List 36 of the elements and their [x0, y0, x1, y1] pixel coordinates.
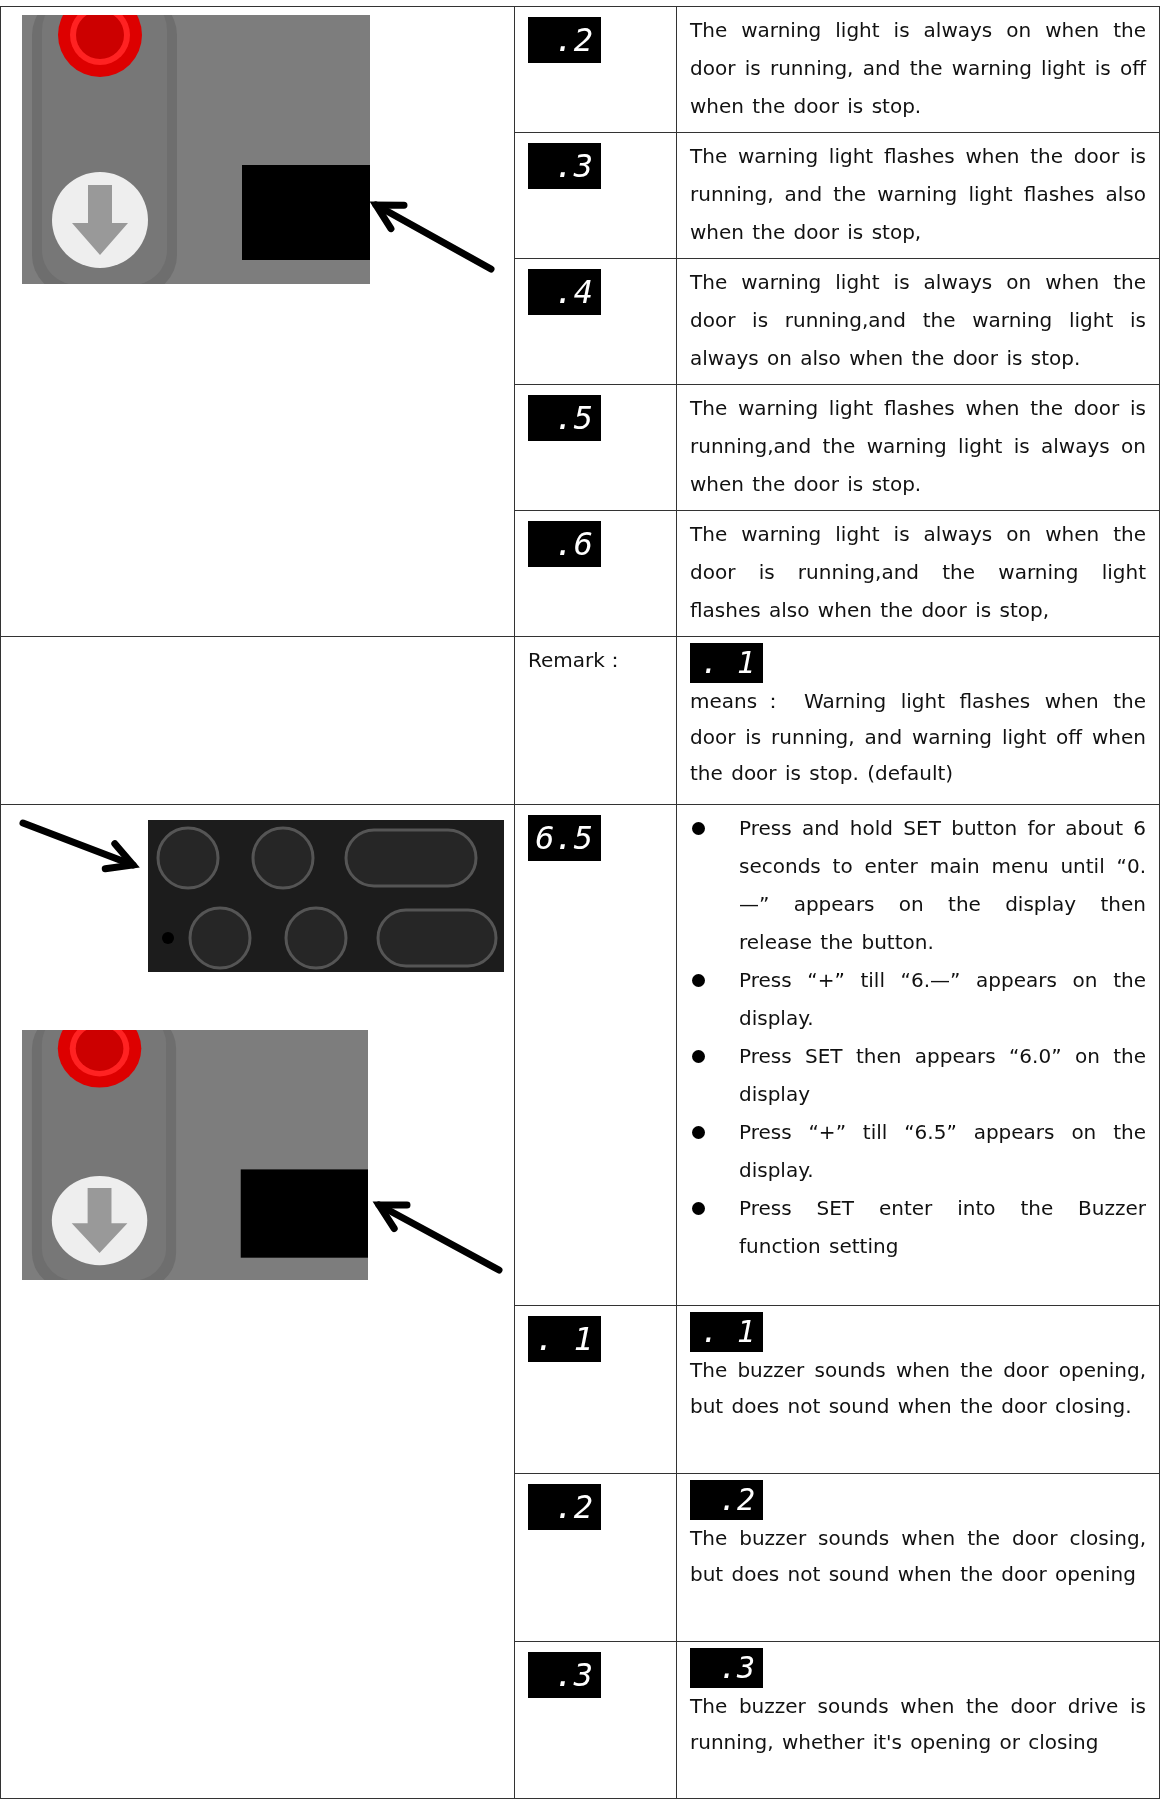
description-text: The warning light is always on when the door is running, and the warning light is off when the door is stop.	[690, 17, 1146, 120]
step-text: Press and hold SET button for about 6 seconds to enter main menu until “0.—” appears on the display then release the button.	[739, 815, 1146, 956]
seven-segment-display: . 1	[690, 643, 763, 683]
arrow-icon	[369, 201, 495, 273]
seven-segment-display: . 1	[528, 1316, 601, 1362]
arrow-icon	[372, 1201, 503, 1274]
seven-segment-display: .6	[528, 521, 601, 567]
bullet-icon	[692, 822, 705, 835]
arrow-icon	[19, 819, 140, 873]
step-text: Press “+” till “6.—” appears on the display.	[739, 967, 1146, 1032]
description-text: The warning light flashes when the door is running, and the warning light flashes also when the door is stop,	[690, 143, 1146, 246]
seven-segment-display: .5	[528, 395, 601, 441]
bullet-icon	[692, 974, 705, 987]
seven-segment-display: .3	[528, 1652, 601, 1698]
seven-segment-display: .3	[690, 1648, 763, 1688]
description-text: The buzzer sounds when the door closing, but does not sound when the door opening	[690, 1525, 1146, 1588]
seven-segment-display: .2	[690, 1480, 763, 1520]
remark-label: Remark：	[528, 648, 625, 672]
remark-text: means： Warning light flashes when the door is running, and warning light off when the door is stop. (default)	[690, 688, 1146, 787]
seven-segment-display: .2	[528, 17, 601, 63]
description-text: The warning light is always on when the door is running,and the warning light flashes also when the door is stop,	[690, 521, 1146, 624]
bullet-icon	[692, 1050, 705, 1063]
seven-segment-display: 6.5	[528, 815, 601, 861]
description-text: The warning light is always on when the door is running,and the warning light is always on also when the door is stop.	[690, 269, 1146, 372]
bullet-icon	[692, 1202, 705, 1215]
seven-segment-display: .3	[528, 143, 601, 189]
bullet-icon	[692, 1126, 705, 1139]
seven-segment-display: .2	[528, 1484, 601, 1530]
step-text: Press SET then appears “6.0” on the display	[739, 1043, 1146, 1108]
description-text: The buzzer sounds when the door opening, but does not sound when the door closing.	[690, 1357, 1146, 1420]
description-text: The buzzer sounds when the door drive is running, whether it's opening or closing	[690, 1693, 1146, 1756]
description-text: The warning light flashes when the door is running,and the warning light is always on when the door is stop.	[690, 395, 1146, 498]
seven-segment-display: . 1	[690, 1312, 763, 1352]
step-text: Press SET enter into the Buzzer function setting	[739, 1195, 1146, 1260]
seven-segment-display: .4	[528, 269, 601, 315]
step-text: Press “+” till “6.5” appears on the display.	[739, 1119, 1146, 1184]
